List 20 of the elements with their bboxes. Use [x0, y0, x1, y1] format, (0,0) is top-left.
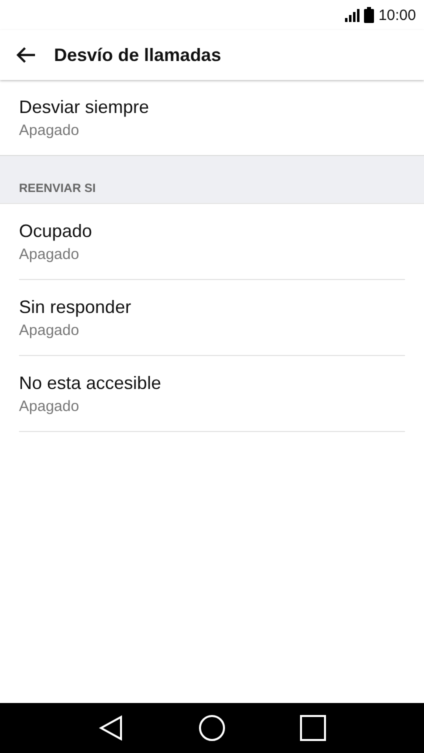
item-summary: Apagado — [19, 246, 80, 262]
item-summary: Apagado — [19, 322, 80, 338]
screen-title: Desvío de llamadas — [54, 44, 222, 66]
item-summary: Apagado — [19, 122, 80, 138]
recents-button[interactable] — [300, 715, 326, 741]
signal-icon — [345, 8, 360, 22]
settings-item[interactable]: Desviar siempre Apagado — [19, 80, 405, 155]
item-title: No esta accesible — [19, 372, 162, 394]
settings-item[interactable]: No esta accesible Apagado — [19, 356, 405, 432]
item-summary: Apagado — [19, 398, 80, 414]
settings-item[interactable]: Sin responder Apagado — [19, 280, 405, 356]
item-title: Sin responder — [19, 296, 132, 318]
section-header-text: REENVIAR SI — [19, 181, 96, 195]
back-nav-button[interactable] — [98, 715, 124, 741]
home-button[interactable] — [198, 715, 225, 741]
settings-item[interactable]: Ocupado Apagado — [19, 204, 405, 280]
battery-icon — [364, 7, 374, 23]
item-title: Desviar siempre — [19, 96, 150, 118]
item-title: Ocupado — [19, 220, 94, 242]
status-time: 10:00 — [378, 6, 416, 24]
